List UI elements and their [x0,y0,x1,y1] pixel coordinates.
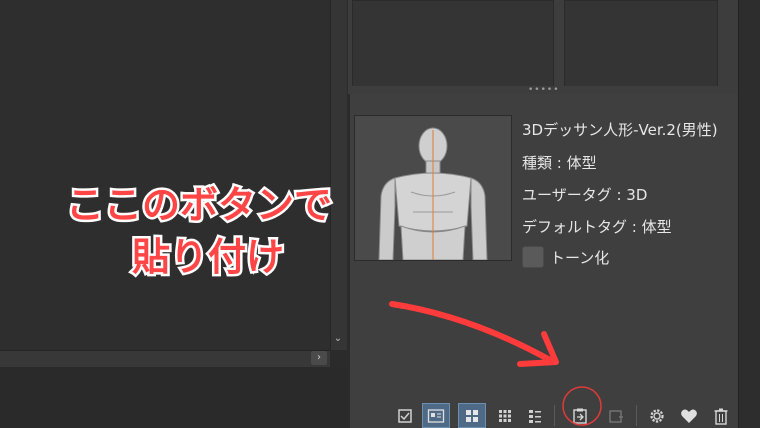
scroll-right-arrow-icon[interactable]: › [311,351,327,365]
material-preview-image [354,115,512,261]
material-list-area [348,0,760,92]
annotation-line-2: 貼り付け [129,233,286,282]
annotation-line-1: ここのボタンで [63,181,334,230]
tone-label: トーン化 [550,249,610,267]
horizontal-scrollbar[interactable] [0,350,330,367]
bottom-left-area [0,367,348,428]
large-thumbnail-icon[interactable] [458,403,486,428]
material-default-tag: デフォルトタグ : 体型 [522,218,672,236]
vertical-scrollbar[interactable] [330,0,347,350]
material-user-tag: ユーザータグ : 3D [522,186,648,204]
annotation-arrow-icon [389,301,559,367]
settings-icon[interactable] [646,403,668,428]
highlight-circle [562,386,602,426]
right-edge-bar [738,0,760,428]
scroll-down-arrow-icon[interactable]: ⌄ [331,332,345,346]
mannequin-figure-icon [378,127,488,261]
material-type: 種類 : 体型 [522,154,597,172]
tone-checkbox[interactable] [522,246,544,268]
small-thumbnail-icon[interactable] [494,403,516,428]
material-thumbnail-slot[interactable] [352,0,554,88]
list-view-icon[interactable] [524,403,546,428]
material-name: 3Dデッサン人形-Ver.2(男性) [522,121,718,139]
toolbar-separator [554,405,555,426]
detail-view-icon[interactable] [422,403,450,428]
replace-icon[interactable] [604,403,628,428]
checkbox-icon[interactable] [394,403,416,428]
delete-icon[interactable] [710,403,732,428]
material-thumbnail-slot[interactable] [564,0,718,88]
favorite-icon[interactable] [678,403,700,428]
toolbar-separator [636,405,637,426]
